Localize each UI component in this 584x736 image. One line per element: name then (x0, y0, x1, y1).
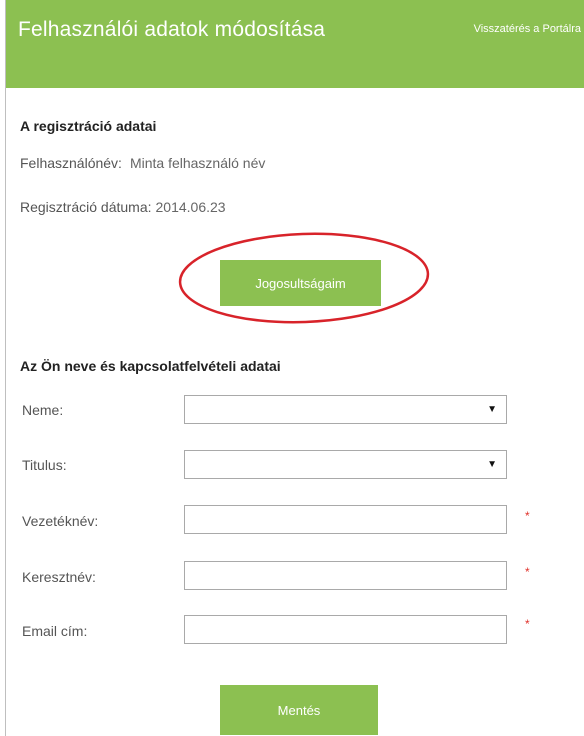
last-name-label: Vezetéknév: (22, 513, 99, 529)
registration-section-title: A regisztráció adatai (20, 118, 157, 134)
email-input[interactable] (184, 615, 507, 644)
username-label: Felhasználónév: (20, 155, 122, 171)
gender-select[interactable]: ▼ (184, 395, 507, 424)
permissions-button[interactable]: Jogosultságaim (220, 260, 381, 306)
first-name-input[interactable] (184, 561, 507, 590)
back-to-portal-link[interactable]: Visszatérés a Portálra (474, 23, 581, 35)
first-name-label: Keresztnév: (22, 569, 96, 585)
contact-section-title: Az Ön neve és kapcsolatfelvételi adatai (20, 358, 281, 374)
dropdown-arrow-icon: ▼ (487, 459, 497, 470)
last-name-required-marker: * (525, 509, 530, 523)
email-label: Email cím: (22, 623, 88, 639)
username-row: Felhasználónév: Minta felhasználó név (20, 155, 265, 171)
last-name-input[interactable] (184, 505, 507, 534)
title-select[interactable]: ▼ (184, 450, 507, 479)
registration-date-value: 2014.06.23 (155, 199, 226, 215)
dropdown-arrow-icon: ▼ (487, 404, 497, 415)
title-label: Titulus: (22, 457, 67, 473)
gender-label: Neme: (22, 402, 64, 418)
page-title: Felhasználói adatok módosítása (18, 18, 326, 41)
registration-date-row: Regisztráció dátuma: 2014.06.23 (20, 199, 226, 215)
username-value: Minta felhasználó név (129, 155, 266, 171)
page-header: Felhasználói adatok módosítása Visszatér… (6, 0, 584, 88)
registration-date-label: Regisztráció dátuma: (20, 199, 152, 215)
email-required-marker: * (525, 617, 530, 631)
save-button[interactable]: Mentés (220, 685, 378, 735)
first-name-required-marker: * (525, 565, 530, 579)
